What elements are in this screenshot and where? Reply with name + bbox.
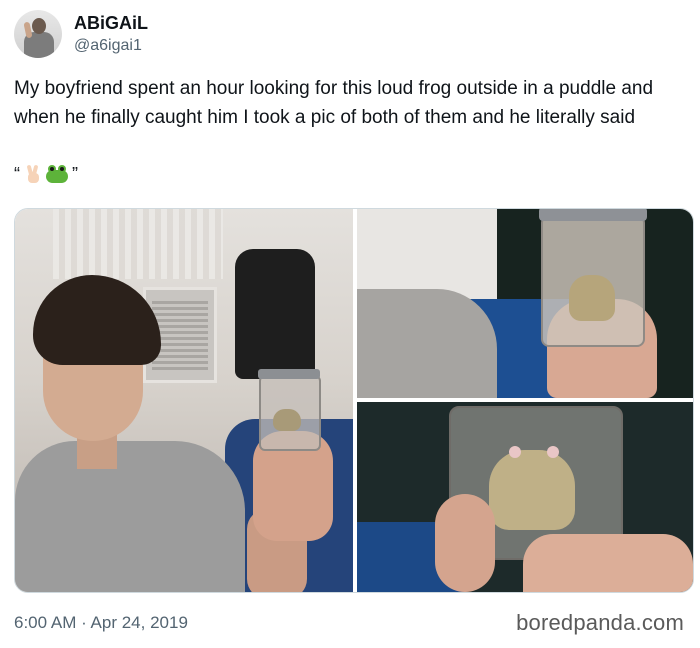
photo-frog-jar-close-up-1[interactable] bbox=[357, 209, 693, 398]
frog-face-icon bbox=[46, 165, 68, 183]
user-handle[interactable]: @a6igai1 bbox=[74, 36, 148, 56]
open-quote: “ bbox=[14, 164, 20, 184]
media-grid bbox=[14, 208, 694, 593]
display-name[interactable]: ABiGAiL bbox=[74, 12, 148, 34]
emoji-quote: “ ” bbox=[14, 160, 78, 188]
close-quote: ” bbox=[72, 164, 78, 184]
photo-man-holding-frog-jar[interactable] bbox=[15, 209, 353, 592]
tweet-text: My boyfriend spent an hour looking for t… bbox=[14, 78, 654, 128]
author-names: ABiGAiL @a6igai1 bbox=[74, 12, 148, 56]
avatar[interactable] bbox=[14, 10, 62, 58]
tweet-timestamp[interactable]: 6:00 AM · Apr 24, 2019 bbox=[14, 612, 188, 634]
boredpanda-watermark: boredpanda.com bbox=[516, 610, 684, 635]
photo-frog-jar-close-up-2[interactable] bbox=[357, 402, 693, 592]
peace-hand-icon bbox=[24, 164, 42, 183]
tweet-header: ABiGAiL @a6igai1 bbox=[14, 10, 148, 58]
